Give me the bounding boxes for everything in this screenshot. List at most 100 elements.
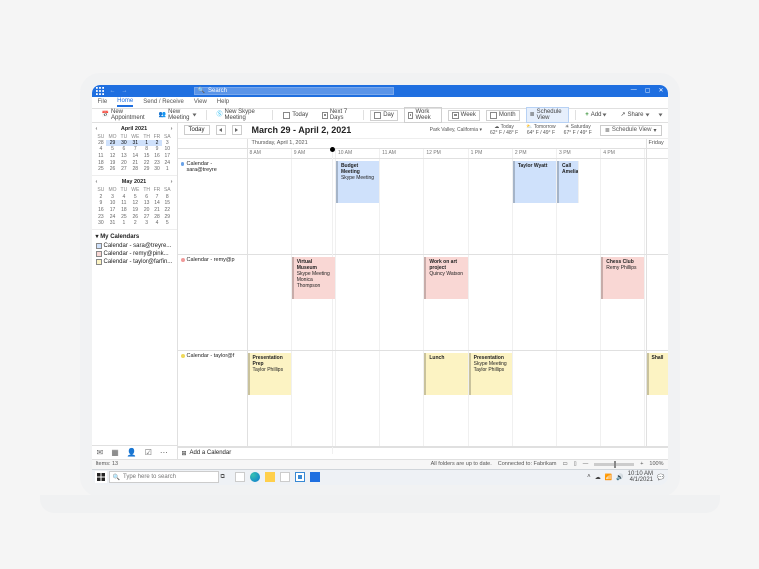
day-header-row: Thursday, April 1, 2021 Friday [178, 139, 668, 149]
calendar-dot-icon [181, 354, 185, 358]
edge-icon[interactable] [250, 472, 260, 482]
new-meeting-button[interactable]: 👥New Meeting [155, 107, 200, 123]
zoom-slider[interactable] [594, 463, 634, 466]
start-button[interactable] [95, 471, 107, 483]
expand-icon[interactable]: ▾ [96, 234, 99, 240]
close-icon[interactable]: ✕ [658, 87, 663, 94]
calendar-event[interactable]: Virtual MuseumSkype MeetingMonica Thomps… [292, 257, 336, 299]
view-normal-icon[interactable]: ▭ [562, 461, 567, 467]
calendar-event[interactable]: Taylor Wyatt [513, 161, 557, 203]
sidebar: ‹April 2021›SUMOTUWETHFRSA28293031123456… [92, 123, 178, 459]
add-calendar-label: Add a Calendar [190, 450, 232, 456]
calendar-list-item[interactable]: Calendar - sara@treyre... [96, 242, 173, 250]
taskbar-app-icon[interactable] [280, 472, 290, 482]
calendar-list-item[interactable]: Calendar - remy@pink... [96, 250, 173, 258]
global-search-input[interactable]: 🔍 Search [194, 87, 394, 95]
month-view-button[interactable]: Month [486, 110, 520, 121]
task-view-icon[interactable]: ⧉ [221, 474, 225, 481]
tray-cloud-icon[interactable]: ☁ [595, 474, 601, 481]
tab-file[interactable]: File [98, 99, 108, 105]
friday-column[interactable] [646, 255, 668, 350]
calendar-event[interactable]: Lunch [424, 353, 468, 395]
next-button[interactable] [232, 125, 242, 135]
week-view-button[interactable]: Week [448, 110, 480, 121]
app-launcher-icon[interactable] [96, 87, 104, 95]
explorer-icon[interactable] [265, 472, 275, 482]
forward-icon[interactable]: → [122, 88, 128, 94]
chevron-down-icon [192, 114, 196, 117]
prev-button[interactable] [216, 125, 226, 135]
notifications-icon[interactable]: 💬 [657, 474, 664, 481]
calendar-event[interactable]: PresentationSkype MeetingTaylor Phillips [469, 353, 513, 395]
add-calendar-row[interactable]: ⊞ Add a Calendar [178, 447, 668, 459]
location-label[interactable]: Park Valley, California ▾ [430, 127, 482, 133]
calendar-event[interactable]: Presentation PrepTaylor Phillips [248, 353, 292, 395]
minimize-icon[interactable]: — [631, 87, 637, 94]
calendar-row-label[interactable]: Calendar - sara@treyre [178, 159, 248, 254]
chevron-right-icon [235, 128, 238, 132]
goto-today-button[interactable]: Today [184, 125, 210, 135]
next-month-icon[interactable]: › [171, 179, 173, 185]
taskbar-clock[interactable]: 10:10 AM4/1/2021 [628, 471, 653, 483]
tray-volume-icon[interactable]: 🔊 [616, 474, 623, 481]
week-icon [452, 112, 459, 119]
friday-column[interactable]: Shall [646, 351, 668, 446]
day-view-button[interactable]: Day [370, 110, 398, 121]
friday-label[interactable]: Friday [646, 139, 668, 148]
tasks-icon[interactable]: ☑ [145, 448, 152, 457]
forecast-day: ☁ Today62° F / 48° F [490, 124, 518, 136]
next-month-icon[interactable]: › [171, 126, 173, 132]
new-appointment-button[interactable]: 📅New Appointment [98, 107, 149, 123]
add-button[interactable]: +Add [581, 110, 610, 120]
day-label[interactable]: Thursday, April 1, 2021 [248, 139, 646, 148]
calendar-event[interactable]: Call Amelia [557, 161, 579, 203]
maximize-icon[interactable]: ▢ [645, 87, 651, 94]
calendar-color-swatch [96, 251, 102, 257]
today-button[interactable]: Today [279, 110, 312, 121]
taskbar-search[interactable]: 🔍Type here to search [109, 471, 219, 483]
taskbar-app-icon[interactable] [235, 472, 245, 482]
forecast-day: ⛅ Tomorrow64° F / 49° F [526, 124, 555, 136]
tray-chevron-icon[interactable]: ˄ [587, 474, 591, 480]
calendar-event[interactable]: Shall [647, 353, 668, 395]
schedule-view-button[interactable]: ≣Schedule View [526, 107, 569, 123]
mini-calendar[interactable]: ‹April 2021›SUMOTUWETHFRSA28293031123456… [92, 123, 177, 177]
more-icon[interactable]: ⋯ [160, 448, 168, 457]
time-grid[interactable]: Budget MeetingSkype Meeting Taylor WyattC… [248, 159, 646, 254]
next-7-days-button[interactable]: Next 7 Days [318, 107, 357, 123]
time-header: 8 AM9 AM10 AM11 AM12 PM1 PM2 PM3 PM4 PM [178, 149, 668, 159]
prev-month-icon[interactable]: ‹ [96, 126, 98, 132]
hour-label: 11 AM [380, 149, 424, 158]
calendar-label: Calendar - sara@treyre... [104, 243, 172, 249]
friday-column[interactable] [646, 159, 668, 254]
store-icon[interactable] [295, 472, 305, 482]
tab-view[interactable]: View [194, 99, 207, 105]
tray-wifi-icon[interactable]: 📶 [605, 474, 612, 481]
mail-icon[interactable]: ✉ [97, 448, 104, 457]
calendar-list-item[interactable]: Calendar - taylor@farfin... [96, 258, 173, 266]
new-skype-meeting-button[interactable]: ⓈNew Skype Meeting [212, 107, 266, 123]
calendar-row: Calendar - remy@p Virtual MuseumSkype Mee… [178, 255, 668, 351]
prev-month-icon[interactable]: ‹ [96, 179, 98, 185]
outlook-icon[interactable] [310, 472, 320, 482]
tab-home[interactable]: Home [117, 98, 133, 107]
time-grid[interactable]: Presentation PrepTaylor Phillips LunchPre… [248, 351, 646, 446]
calendar-event[interactable]: Budget MeetingSkype Meeting [336, 161, 380, 203]
time-grid[interactable]: Virtual MuseumSkype MeetingMonica Thomps… [248, 255, 646, 350]
back-icon[interactable]: ← [110, 88, 116, 94]
share-button[interactable]: ↗Share [616, 110, 652, 120]
calendar-event[interactable]: Chess ClubRemy Phillips [601, 257, 645, 299]
calendar-icon[interactable]: ▦ [111, 448, 119, 457]
tab-help[interactable]: Help [217, 99, 229, 105]
work-week-view-button[interactable]: Work Week [404, 107, 442, 123]
mini-calendar[interactable]: ‹May 2021›SUMOTUWETHFRSA2345678910111213… [92, 176, 177, 230]
view-reading-icon[interactable]: ▯ [574, 461, 577, 467]
schedule-view-dropdown[interactable]: ≣Schedule View ▾ [600, 125, 662, 136]
calendar-event[interactable]: Work on art projectQuincy Watson [424, 257, 468, 299]
people-icon[interactable]: 👤 [127, 448, 137, 457]
ribbon-collapse-icon[interactable] [658, 114, 662, 117]
people-icon: 👥 [159, 112, 166, 118]
tab-send-receive[interactable]: Send / Receive [143, 99, 184, 105]
calendar-row-label[interactable]: Calendar - remy@p [178, 255, 248, 350]
calendar-row-label[interactable]: Calendar - taylor@f [178, 351, 248, 446]
